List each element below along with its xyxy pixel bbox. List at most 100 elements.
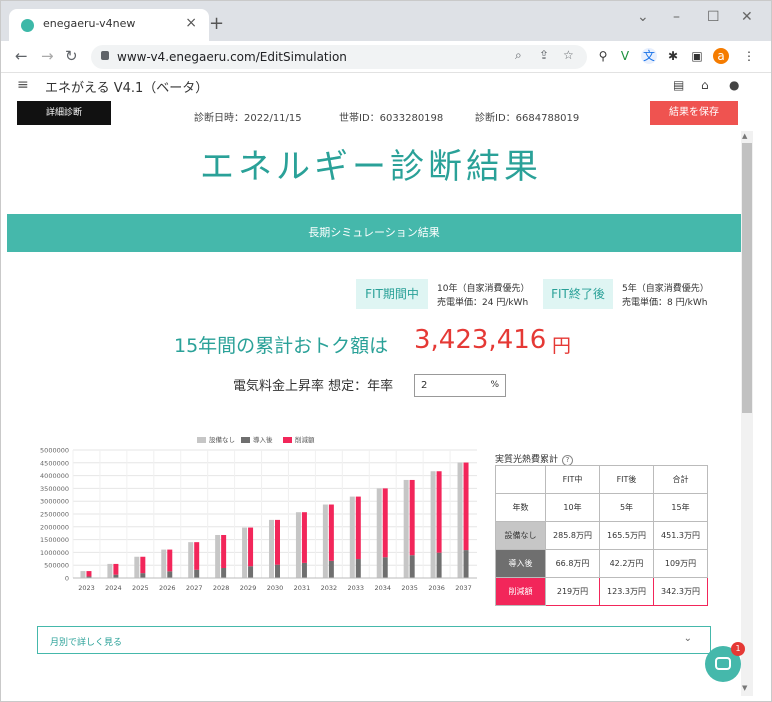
y-tick-label: 1000000: [40, 549, 69, 557]
diagnosis-info-bar: 詳細診断 診断日時：2022/11/15 世帯ID：6033280198 診断I…: [1, 97, 741, 131]
extension-pin-icon[interactable]: ⚲: [595, 48, 611, 64]
x-tick-label: 2037: [455, 584, 472, 592]
url-input[interactable]: www-v4.enegaeru.com/EditSimulation ⌕ ⇪ ☆: [91, 45, 587, 69]
x-tick-label: 2028: [213, 584, 230, 592]
x-tick-label: 2023: [78, 584, 95, 592]
maximize-icon[interactable]: ☐: [707, 9, 720, 25]
cost-table-title-text: 実質光熱費累計: [495, 455, 559, 465]
y-tick-label: 0: [65, 575, 69, 583]
scroll-up-icon[interactable]: ▲: [742, 132, 747, 140]
table-cell: 123.3万円: [599, 577, 654, 606]
bar-reduction: [436, 471, 442, 553]
page-scrollbar[interactable]: [741, 131, 753, 696]
detail-diagnosis-button[interactable]: 詳細診断: [17, 101, 111, 125]
user-icon[interactable]: ●: [729, 78, 739, 92]
bar-reduction: [113, 563, 119, 575]
fit-period-badge: FIT期間中: [356, 279, 428, 309]
scrollbar-thumb[interactable]: [742, 143, 752, 413]
hamburger-menu-icon[interactable]: ≡: [17, 77, 29, 93]
bar-reduction: [463, 462, 469, 551]
browser-tab[interactable]: enegaeru-v4new ×: [9, 9, 209, 41]
table-row: FIT中 FIT後 合計: [495, 465, 708, 494]
table-row: 導入後 66.8万円 42.2万円 109万円: [495, 549, 708, 578]
reload-icon[interactable]: ↻: [65, 47, 78, 65]
total-savings-value: 3,423,416: [414, 325, 547, 355]
diagnosis-id: 診断ID：6684788019: [475, 113, 580, 124]
table-cell: 10年: [545, 493, 600, 522]
x-tick-label: 2031: [294, 584, 311, 592]
bar-reduction: [248, 527, 254, 567]
x-tick-label: 2027: [186, 584, 203, 592]
table-cell: 42.2万円: [599, 549, 654, 578]
table-cell: 5年: [599, 493, 654, 522]
bar-no-equipment: [430, 471, 436, 578]
bar-no-equipment: [215, 534, 221, 578]
table-cell: 66.8万円: [545, 549, 600, 578]
tab-search-icon[interactable]: ⌄: [637, 9, 649, 25]
home-icon[interactable]: ⌂: [701, 78, 709, 92]
page-title: エネルギー診断結果: [200, 147, 542, 187]
y-tick-label: 4500000: [40, 459, 69, 467]
y-tick-label: 3500000: [40, 485, 69, 493]
app-header: ≡ エネがえる V4.1（ベータ） ▤ ⌂ ●: [1, 73, 771, 97]
browser-window: enegaeru-v4new × + ⌄ – ☐ ✕ ← → ↻ www-v4.…: [0, 0, 772, 702]
y-tick-label: 1500000: [40, 536, 69, 544]
fit-end-detail: 5年（自家消費優先）: [622, 284, 709, 294]
share-icon[interactable]: ⇪: [539, 48, 549, 62]
section-banner: 長期シミュレーション結果: [7, 214, 741, 252]
table-cell: 219万円: [545, 577, 600, 606]
rate-value: 2: [421, 380, 428, 391]
bar-no-equipment: [269, 519, 274, 578]
monthly-detail-toggle[interactable]: 月別で詳しく見る ⌄: [37, 626, 711, 654]
bar-reduction: [167, 549, 173, 572]
bar-after-install: [221, 568, 227, 578]
forward-icon[interactable]: →: [41, 47, 54, 65]
y-tick-label: 3000000: [40, 498, 69, 506]
bar-no-equipment: [376, 488, 382, 578]
extension-v-icon[interactable]: V: [617, 48, 633, 64]
bar-after-install: [382, 557, 388, 578]
x-tick-label: 2032: [321, 584, 338, 592]
extensions-puzzle-icon[interactable]: ✱: [665, 48, 681, 64]
bar-no-equipment: [188, 542, 194, 578]
address-bar: ← → ↻ www-v4.enegaeru.com/EditSimulation…: [1, 41, 771, 73]
bar-reduction: [140, 556, 146, 574]
bar-reduction: [221, 534, 227, 569]
close-tab-icon[interactable]: ×: [185, 15, 197, 31]
minimize-icon[interactable]: –: [673, 9, 680, 25]
bar-after-install: [409, 555, 415, 578]
cost-table: FIT中 FIT後 合計 年数 10年 5年 15年 設備なし 285.8万円 …: [495, 465, 708, 606]
x-tick-label: 2034: [374, 584, 391, 592]
bar-after-install: [436, 552, 442, 578]
bar-reduction: [355, 496, 361, 560]
bar-after-install: [463, 550, 469, 578]
y-tick-label: 500000: [44, 562, 69, 570]
back-icon[interactable]: ←: [15, 47, 28, 65]
chat-launcher-button[interactable]: 1: [705, 642, 745, 682]
rate-label: 電気料金上昇率 想定：年率: [233, 379, 394, 394]
rate-input[interactable]: 2 %: [414, 374, 506, 397]
fit-period-price: 売電単価：24 円/kWh: [437, 298, 529, 308]
x-tick-label: 2035: [401, 584, 418, 592]
bar-after-install: [194, 569, 200, 578]
bookmark-star-icon[interactable]: ☆: [563, 48, 574, 62]
table-row: 設備なし 285.8万円 165.5万円 451.3万円: [495, 521, 708, 550]
x-tick-label: 2025: [132, 584, 149, 592]
manual-book-icon[interactable]: ▤: [673, 78, 684, 92]
zoom-icon[interactable]: ⌕: [515, 48, 522, 63]
bar-no-equipment: [80, 571, 86, 578]
scroll-down-icon[interactable]: ▼: [742, 684, 747, 692]
browser-menu-icon[interactable]: ⋮: [741, 48, 757, 64]
close-window-icon[interactable]: ✕: [741, 9, 753, 25]
tab-title: enegaeru-v4new: [43, 17, 136, 30]
new-tab-button[interactable]: +: [209, 13, 224, 34]
lock-icon: [101, 51, 109, 60]
cumulative-cost-chart: 設備なし 導入後 削減額 5000000 4500000 4000000 350000…: [31, 434, 483, 606]
profile-avatar[interactable]: a: [713, 48, 729, 64]
save-result-button[interactable]: 結果を保存: [650, 101, 738, 125]
site-favicon-icon: [21, 19, 34, 32]
side-panel-icon[interactable]: ▣: [689, 48, 705, 64]
table-cell: 設備なし: [495, 521, 546, 550]
translate-extension-icon[interactable]: 文: [641, 48, 657, 64]
bar-after-install: [301, 562, 307, 578]
